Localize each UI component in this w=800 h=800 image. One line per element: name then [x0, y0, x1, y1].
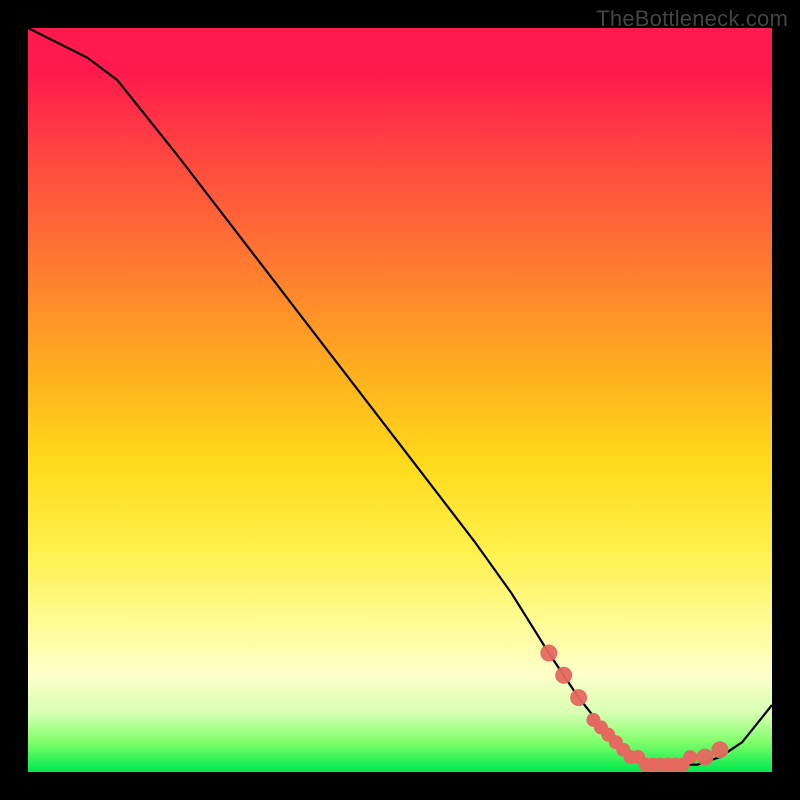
- plot-area: [28, 28, 772, 772]
- bottleneck-curve: [28, 28, 772, 765]
- chart-frame: TheBottleneck.com: [0, 0, 800, 800]
- marker-dot: [571, 690, 587, 706]
- marker-dot: [712, 742, 728, 758]
- marker-dot: [556, 667, 572, 683]
- marker-dot: [684, 751, 697, 764]
- optimal-range-dots: [541, 645, 728, 771]
- marker-dot: [541, 645, 557, 661]
- marker-dot: [697, 749, 713, 765]
- curve-svg: [28, 28, 772, 772]
